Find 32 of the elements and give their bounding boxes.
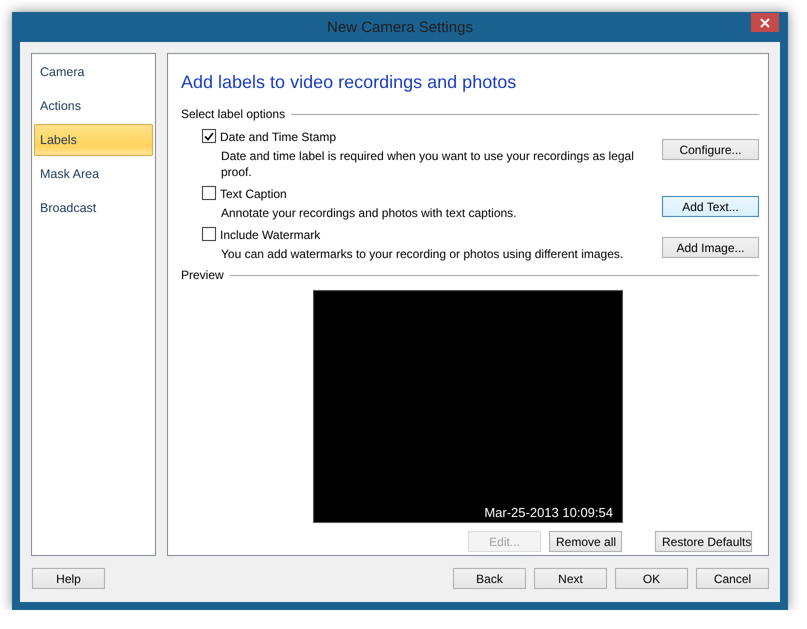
sidebar-item[interactable]: Labels	[34, 124, 153, 156]
page-heading: Add labels to video recordings and photos	[181, 72, 518, 93]
checkbox[interactable]	[202, 227, 216, 241]
help-button[interactable]: Help	[32, 568, 105, 589]
option-button[interactable]: Add Text...	[662, 196, 759, 217]
option-label: Date and Time Stamp	[220, 129, 338, 145]
group-title: Preview	[181, 268, 224, 282]
checkbox[interactable]	[202, 186, 216, 200]
timestamp-text: Mar-25-2013 10:09:54	[484, 505, 613, 520]
checkbox[interactable]	[202, 129, 216, 143]
sidebar-item[interactable]: Camera	[34, 56, 153, 88]
sidebar-item[interactable]: Mask Area	[34, 158, 153, 190]
option-label: Include Watermark	[220, 227, 322, 243]
option-description: Annotate your recordings and photos with text captions.	[220, 205, 518, 221]
close-button[interactable]	[751, 13, 779, 32]
group-title: Select label options	[181, 107, 286, 121]
footer-button[interactable]: OK	[615, 568, 688, 589]
option-button[interactable]: Add Image...	[662, 237, 759, 258]
sidebar-item[interactable]: Actions	[34, 90, 153, 122]
close-icon	[760, 18, 770, 28]
option-description: You can add watermarks to your recording or photos using different images.	[220, 246, 624, 262]
preview-button[interactable]: Remove all	[549, 531, 622, 552]
sidebar-item[interactable]: Broadcast	[34, 192, 153, 224]
option-button[interactable]: Configure...	[662, 139, 759, 160]
check-icon	[204, 132, 214, 140]
restore-defaults-button[interactable]: Restore Defaults	[655, 531, 752, 552]
footer-button[interactable]: Back	[453, 568, 526, 589]
footer-button[interactable]: Next	[534, 568, 607, 589]
option-description: Date and time label is required when you want to use your recordings as legal proof.	[220, 148, 635, 180]
footer-button[interactable]: Cancel	[696, 568, 769, 589]
option-label: Text Caption	[220, 186, 288, 202]
window-title: New Camera Settings	[327, 18, 473, 36]
